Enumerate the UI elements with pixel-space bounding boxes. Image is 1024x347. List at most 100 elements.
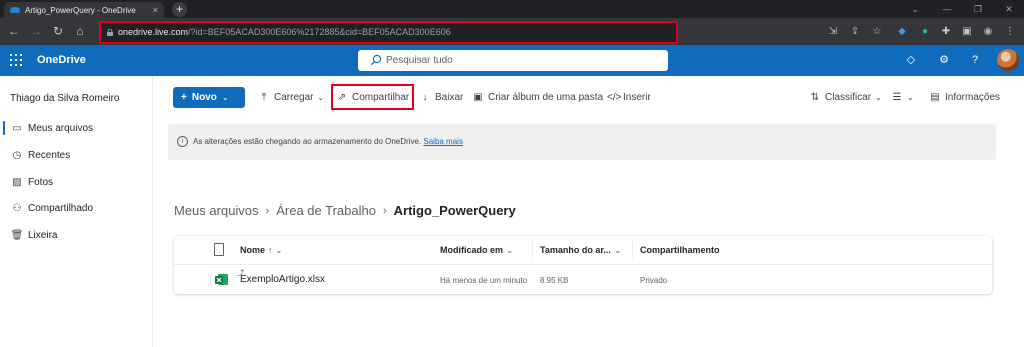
nav-item-photos[interactable]: ▨ Fotos: [0, 170, 152, 194]
search-placeholder: Pesquisar tudo: [386, 55, 453, 66]
side-panel-icon[interactable]: ▣: [960, 25, 974, 39]
tab-close-icon[interactable]: ×: [153, 5, 158, 15]
chevron-down-icon: ⌄: [506, 245, 514, 255]
file-type-header-icon: [214, 243, 224, 256]
extension-shield-icon[interactable]: ◆: [895, 25, 909, 39]
chevron-down-icon: ⌄: [317, 93, 325, 102]
back-arrow-icon[interactable]: ←: [6, 23, 22, 39]
upload-label: Carregar: [274, 92, 314, 103]
excel-file-icon: [215, 274, 228, 285]
forward-arrow-icon[interactable]: →: [28, 23, 44, 39]
new-tab-button[interactable]: +: [172, 2, 187, 17]
home-icon[interactable]: ⌂: [72, 23, 88, 39]
header-divider: [174, 264, 992, 265]
info-banner: i As alterações estão chegando ao armaze…: [168, 124, 996, 160]
modified-header-label: Modificado em: [440, 245, 504, 255]
plus-icon: +: [181, 92, 187, 103]
create-album-label: Criar álbum de uma pasta: [488, 92, 604, 103]
details-pane-button[interactable]: ▤ Informações: [929, 87, 1000, 108]
install-app-icon[interactable]: ⇲: [826, 25, 840, 39]
column-divider[interactable]: [532, 242, 533, 258]
app-launcher-icon[interactable]: [10, 54, 22, 66]
name-header-label: Nome: [240, 245, 266, 255]
url-text[interactable]: onedrive.live.com/?id=BEF05ACAD300E606%2…: [118, 27, 451, 37]
upload-button[interactable]: ⤒ Carregar ⌄: [258, 87, 324, 108]
embed-label: Inserir: [623, 92, 651, 103]
column-header-size[interactable]: Tamanho do ar... ⌄: [540, 245, 621, 256]
search-icon: [370, 54, 382, 66]
column-header-name[interactable]: Nome ↑ ⌄: [240, 245, 283, 256]
reload-icon[interactable]: ↻: [50, 23, 66, 39]
browser-tab[interactable]: Artigo_PowerQuery - OneDrive ×: [4, 2, 164, 18]
close-window-button[interactable]: ✕: [994, 0, 1024, 18]
search-box[interactable]: Pesquisar tudo: [358, 50, 668, 71]
file-name[interactable]: ExemploArtigo.xlsx: [240, 274, 325, 285]
sort-button[interactable]: ⇅ Classificar ⌄: [809, 87, 882, 108]
chevron-down-icon: ⌄: [613, 245, 622, 255]
bookmark-star-icon[interactable]: ☆: [870, 25, 884, 39]
user-avatar[interactable]: [997, 49, 1019, 71]
tab-title: Artigo_PowerQuery - OneDrive: [25, 5, 136, 15]
photo-icon: ▨: [12, 176, 22, 188]
settings-gear-icon[interactable]: ⚙: [937, 53, 951, 67]
people-icon: ⚇: [12, 202, 22, 214]
nav-label: Lixeira: [28, 229, 58, 241]
maximize-button[interactable]: ❐: [963, 0, 993, 18]
chevron-right-icon: ›: [382, 204, 387, 217]
file-sharing-status: Privado: [640, 276, 668, 285]
column-divider[interactable]: [632, 242, 633, 258]
share-label: Compartilhar: [352, 92, 410, 103]
extension-grammar-icon[interactable]: ●: [918, 25, 932, 39]
sort-label: Classificar: [825, 92, 872, 103]
learn-more-link[interactable]: Saiba mais: [423, 137, 463, 146]
download-button[interactable]: ↓ Baixar: [419, 87, 464, 108]
embed-button[interactable]: </> Inserir: [607, 87, 651, 108]
onedrive-cloud-icon: [10, 7, 20, 13]
chevron-right-icon: ›: [265, 204, 270, 217]
nav-item-recent[interactable]: ◷ Recentes: [0, 143, 152, 167]
sort-icon: ⇅: [810, 92, 820, 103]
share-icon: ⇗: [337, 92, 347, 103]
upload-arrow-icon: ⤒: [261, 92, 267, 103]
info-label: Informações: [945, 92, 1001, 103]
lock-icon: [107, 29, 113, 36]
command-bar: + Novo ⌄ ⤒ Carregar ⌄ ⇗ Compartilhar ↓ B…: [153, 76, 1024, 120]
file-modified: Há menos de um minuto: [440, 276, 528, 285]
banner-text: As alterações estão chegando ao armazena…: [193, 137, 422, 146]
premium-diamond-icon[interactable]: ◇: [904, 53, 918, 67]
nav-label: Compartilhado: [28, 202, 94, 214]
nav-item-my-files[interactable]: ▭ Meus arquivos: [0, 116, 152, 140]
new-button[interactable]: + Novo ⌄: [173, 87, 245, 108]
info-pane-icon: ▤: [930, 92, 940, 103]
left-navigation: Thiago da Silva Romeiro ▭ Meus arquivos …: [0, 76, 153, 347]
nav-item-recycle-bin[interactable]: 🗑︎ Lixeira: [0, 223, 152, 247]
brand-title[interactable]: OneDrive: [37, 54, 86, 66]
trash-icon: 🗑︎: [10, 229, 24, 241]
chevron-down-icon: ⌄: [221, 93, 229, 102]
file-list: Nome ↑ ⌄ Modificado em ⌄ Tamanho do ar... ⌄…: [174, 236, 992, 294]
chevron-down-icon: ⌄: [875, 93, 882, 102]
profile-avatar-icon[interactable]: ◉: [981, 25, 995, 39]
help-icon[interactable]: ?: [968, 53, 982, 67]
share-button[interactable]: ⇗ Compartilhar: [336, 87, 409, 108]
nav-label: Fotos: [28, 176, 54, 188]
create-album-button[interactable]: ▣ Criar álbum de uma pasta: [472, 87, 603, 108]
browser-tab-strip: Artigo_PowerQuery - OneDrive × + ⌄ — ❐ ✕: [0, 0, 1024, 18]
minimize-button[interactable]: —: [932, 0, 962, 18]
extensions-puzzle-icon[interactable]: ✚: [939, 25, 953, 39]
column-header-sharing[interactable]: Compartilhamento: [640, 245, 720, 255]
address-bar[interactable]: onedrive.live.com/?id=BEF05ACAD300E606%2…: [99, 21, 678, 44]
list-view-icon: ☰: [892, 92, 902, 103]
chevron-down-icon: ⌄: [907, 93, 914, 102]
user-name: Thiago da Silva Romeiro: [10, 93, 120, 104]
share-page-icon[interactable]: ⇪: [848, 25, 862, 39]
column-header-modified[interactable]: Modificado em ⌄: [440, 245, 514, 256]
album-icon: ▣: [473, 92, 483, 103]
breadcrumb-my-files[interactable]: Meus arquivos: [174, 203, 259, 218]
browser-menu-icon[interactable]: ⋮: [1003, 25, 1017, 39]
view-options-button[interactable]: ☰ ⌄: [891, 87, 914, 108]
nav-item-shared[interactable]: ⚇ Compartilhado: [0, 196, 152, 220]
tab-search-icon[interactable]: ⌄: [900, 0, 930, 18]
clock-icon: ◷: [12, 149, 22, 161]
breadcrumb-desktop[interactable]: Área de Trabalho: [276, 203, 376, 218]
